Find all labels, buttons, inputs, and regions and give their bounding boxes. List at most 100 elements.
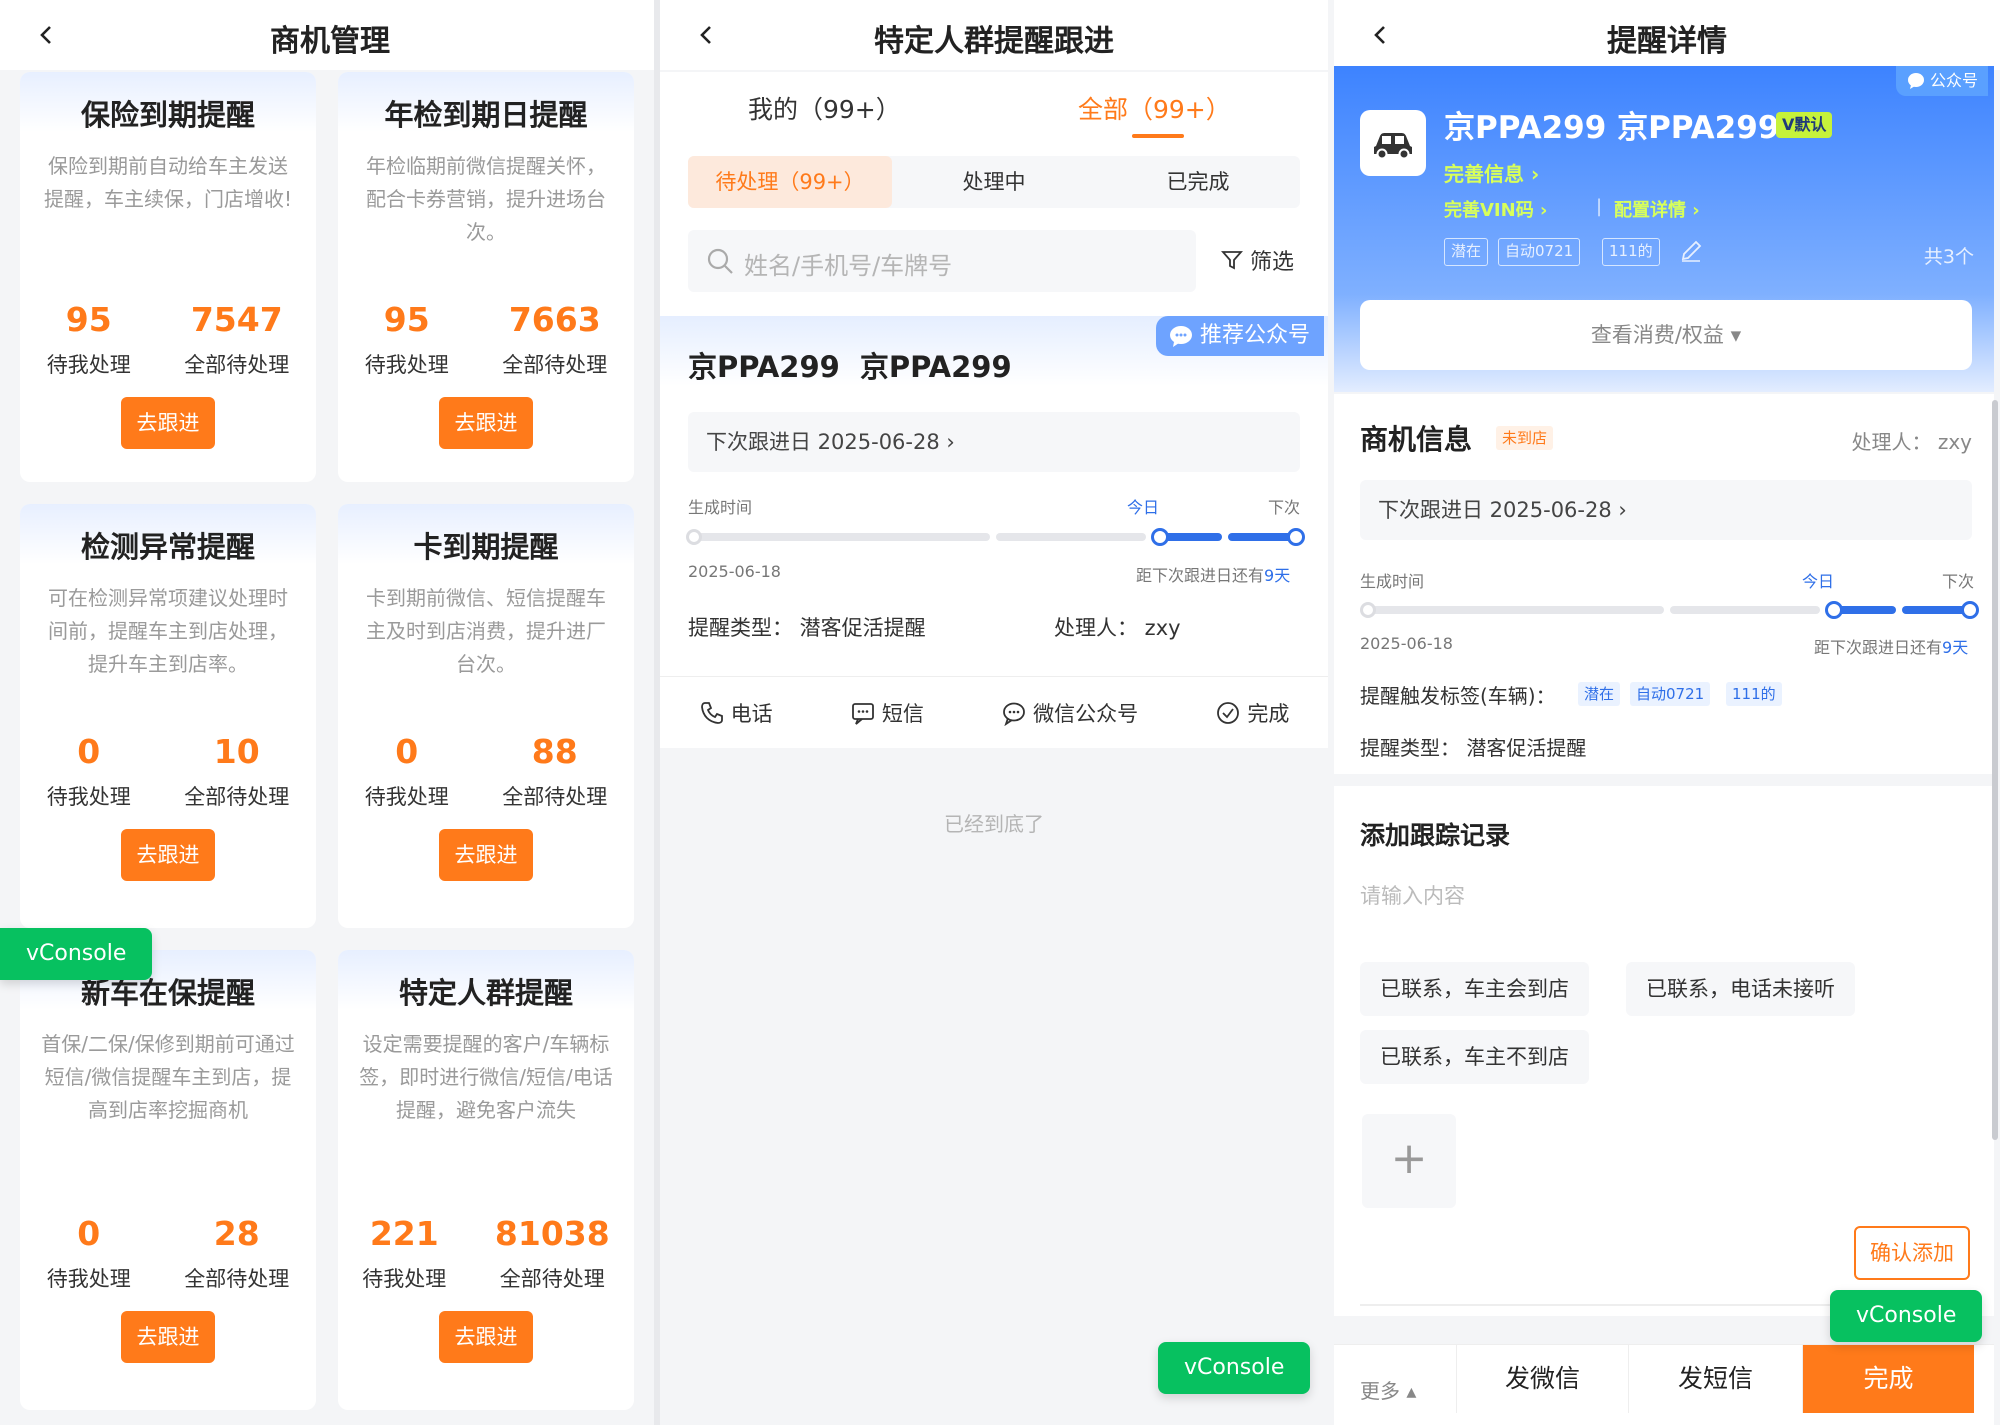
end-of-list-note: 已经到底了: [944, 812, 1044, 836]
card-insurance-expiry: 保险到期提醒 保险到期前自动给车主发送提醒，车主续保，门店增收! 95 待我处理 …: [20, 72, 316, 482]
page-title: 特定人群提醒跟进: [874, 24, 1114, 59]
car-avatar: [1360, 110, 1426, 176]
next-followup-date[interactable]: 下次跟进日 2025-06-28 ›: [1360, 480, 1972, 540]
edit-tags-button[interactable]: [1678, 238, 1704, 264]
card-title: 特定人群提醒: [398, 976, 573, 1010]
quick-reply-chip[interactable]: 已联系，车主会到店: [1360, 962, 1589, 1016]
opportunity-info-section: 商机信息 未到店 处理人： zxy 下次跟进日 2025-06-28 › 生成时…: [1334, 394, 1994, 774]
search-placeholder: 姓名/手机号/车牌号: [744, 252, 953, 280]
stat-all[interactable]: 7663 全部待处理: [502, 300, 607, 379]
plate-numbers: 京PPA299 京PPA299: [688, 350, 1012, 384]
vconsole-button[interactable]: vConsole: [1158, 1342, 1311, 1394]
follow-up-button[interactable]: 去跟进: [439, 829, 533, 881]
complete-button[interactable]: 完成: [1802, 1345, 1974, 1413]
view-consumption-button[interactable]: 查看消费/权益 ▾: [1360, 300, 1972, 370]
reminder-type: 提醒类型： 潜客促活提醒: [1360, 736, 1587, 760]
more-button[interactable]: 更多 ▴: [1360, 1375, 1416, 1404]
card-desc: 设定需要提醒的客户/车辆标签，即时进行微信/短信/电话提醒，避免客户流失: [359, 1032, 613, 1122]
send-wechat-button[interactable]: 发微信: [1456, 1345, 1628, 1413]
tag-111: 111的: [1602, 238, 1660, 266]
tab-all[interactable]: 全部（99+）: [1078, 90, 1231, 126]
complete-info-link[interactable]: 完善信息 ›: [1444, 158, 1539, 187]
search-icon: [707, 248, 733, 274]
filter-icon: [1221, 251, 1243, 270]
tag-auto0721: 自动0721: [1498, 238, 1581, 266]
reminder-type: 提醒类型： 潜客促活提醒: [688, 616, 926, 640]
sms-button[interactable]: 短信: [850, 698, 924, 728]
reminder-card[interactable]: 推荐公众号 京PPA299 京PPA299 下次跟进日 2025-06-28 › …: [660, 316, 1328, 586]
section-title: 商机信息: [1360, 423, 1473, 456]
wechat-official-account-button[interactable]: 微信公众号: [1001, 698, 1138, 728]
card-desc: 保险到期前自动给车主发送提醒，车主续保，门店增收!: [43, 154, 293, 211]
stat-all[interactable]: 81038 全部待处理: [495, 1214, 610, 1293]
subtab-pending[interactable]: 待处理（99+）: [688, 156, 892, 208]
check-circle-icon: [1217, 701, 1240, 724]
follow-up-button[interactable]: 去跟进: [439, 1311, 533, 1363]
card-desc: 年检临期前微信提醒关怀，配合卡券营销，提升进场台次。: [366, 154, 606, 244]
follow-up-button[interactable]: 去跟进: [439, 397, 533, 449]
tag-potential: 潜在: [1578, 682, 1621, 706]
stat-mine[interactable]: 221 待我处理: [362, 1214, 446, 1293]
call-button[interactable]: 电话: [699, 698, 773, 728]
card-annual-inspection: 年检到期日提醒 年检临期前微信提醒关怀，配合卡券营销，提升进场台次。 95 待我处…: [338, 72, 634, 482]
handler: 处理人： zxy: [1054, 616, 1181, 640]
official-account-badge[interactable]: 公众号: [1895, 66, 1988, 96]
search-input[interactable]: 姓名/手机号/车牌号: [688, 230, 1196, 292]
recommend-official-account-badge[interactable]: 推荐公众号: [1155, 316, 1324, 356]
confirm-add-button[interactable]: 确认添加: [1854, 1226, 1970, 1280]
stat-mine[interactable]: 95 待我处理: [365, 300, 449, 379]
stat-mine[interactable]: 0 待我处理: [47, 732, 131, 811]
follow-up-button[interactable]: 去跟进: [121, 1311, 215, 1363]
tab-mine[interactable]: 我的（99+）: [748, 90, 901, 126]
card-desc: 首保/二保/保修到期前可通过短信/微信提醒车主到店，提高到店率挖掘商机: [41, 1032, 295, 1122]
vconsole-button[interactable]: vConsole: [0, 928, 153, 980]
stat-all[interactable]: 28 全部待处理: [184, 1214, 289, 1293]
tabs-area: 我的（99+） 全部（99+） 待处理（99+） 处理中 已完成 姓名/手机号/…: [660, 72, 1328, 316]
quick-reply-chip[interactable]: 已联系，车主不到店: [1360, 1030, 1589, 1084]
stat-all[interactable]: 10 全部待处理: [184, 732, 289, 811]
subtab-done[interactable]: 已完成: [1096, 156, 1300, 208]
action-bar: 电话 短信 微信公众号 完成: [660, 676, 1328, 748]
add-attachment-button[interactable]: +: [1362, 1114, 1456, 1208]
tag-111: 111的: [1726, 682, 1782, 706]
bottom-action-bar: 更多 ▴ 发微信 发短信 完成: [1334, 1344, 1994, 1425]
header: 特定人群提醒跟进: [660, 0, 1328, 70]
add-tracking-record-section: 添加跟踪记录 请输入内容 已联系，车主会到店 已联系，电话未接听 已联系，车主不…: [1334, 786, 1994, 1316]
scrollbar[interactable]: [1992, 400, 1998, 1140]
follow-up-button[interactable]: 去跟进: [121, 829, 215, 881]
section-title: 添加跟踪记录: [1360, 821, 1511, 850]
stat-mine[interactable]: 0 待我处理: [47, 1214, 131, 1293]
pencil-icon: [1681, 240, 1702, 262]
header: 商机管理: [0, 0, 660, 70]
card-new-car-warranty: 新车在保提醒 首保/二保/保修到期前可通过短信/微信提醒车主到店，提高到店率挖掘…: [20, 950, 316, 1410]
complete-button[interactable]: 完成: [1215, 698, 1289, 728]
subtab-processing[interactable]: 处理中: [892, 156, 1096, 208]
card-inspection-anomaly: 检测异常提醒 可在检测异常项建议处理时间前，提醒车主到店处理，提升车主到店率。 …: [20, 504, 316, 928]
stat-mine[interactable]: 0 待我处理: [365, 732, 449, 811]
card-desc: 卡到期前微信、短信提醒车主及时到店消费，提升进厂台次。: [366, 586, 606, 676]
chat-bubble-icon: [1907, 73, 1924, 89]
send-sms-button[interactable]: 发短信: [1628, 1345, 1802, 1413]
filter-button[interactable]: 筛选: [1220, 244, 1294, 276]
config-detail-link[interactable]: 配置详情 ›: [1614, 196, 1700, 222]
page-title: 商机管理: [270, 24, 390, 59]
car-icon: [1374, 133, 1412, 160]
header: 提醒详情: [1334, 0, 2000, 70]
stat-all[interactable]: 7547 全部待处理: [184, 300, 289, 379]
card-title: 卡到期提醒: [413, 530, 559, 564]
follow-up-button[interactable]: 去跟进: [121, 397, 215, 449]
card-title: 年检到期日提醒: [384, 98, 588, 132]
vconsole-button[interactable]: vConsole: [1830, 1290, 1983, 1342]
reminder-detail-panel: 提醒详情 公众号 京PPA299 京PPA299 V默认 完善信息 › 完善VI…: [1328, 0, 2000, 1425]
handler: 处理人： zxy: [1851, 430, 1972, 454]
next-followup-date[interactable]: 下次跟进日 2025-06-28 ›: [688, 412, 1300, 472]
record-input[interactable]: 请输入内容: [1360, 880, 1465, 910]
status-subtabs: 待处理（99+） 处理中 已完成: [688, 156, 1300, 208]
chat-bubble-icon: [1169, 326, 1192, 347]
stat-mine[interactable]: 95 待我处理: [47, 300, 131, 379]
trigger-tags-label: 提醒触发标签(车辆)：: [1360, 684, 1556, 708]
quick-reply-chip[interactable]: 已联系，电话未接听: [1626, 962, 1855, 1016]
stat-all[interactable]: 88 全部待处理: [502, 732, 607, 811]
complete-vin-link[interactable]: 完善VIN码 ›: [1444, 196, 1547, 222]
tag-potential: 潜在: [1444, 238, 1489, 266]
